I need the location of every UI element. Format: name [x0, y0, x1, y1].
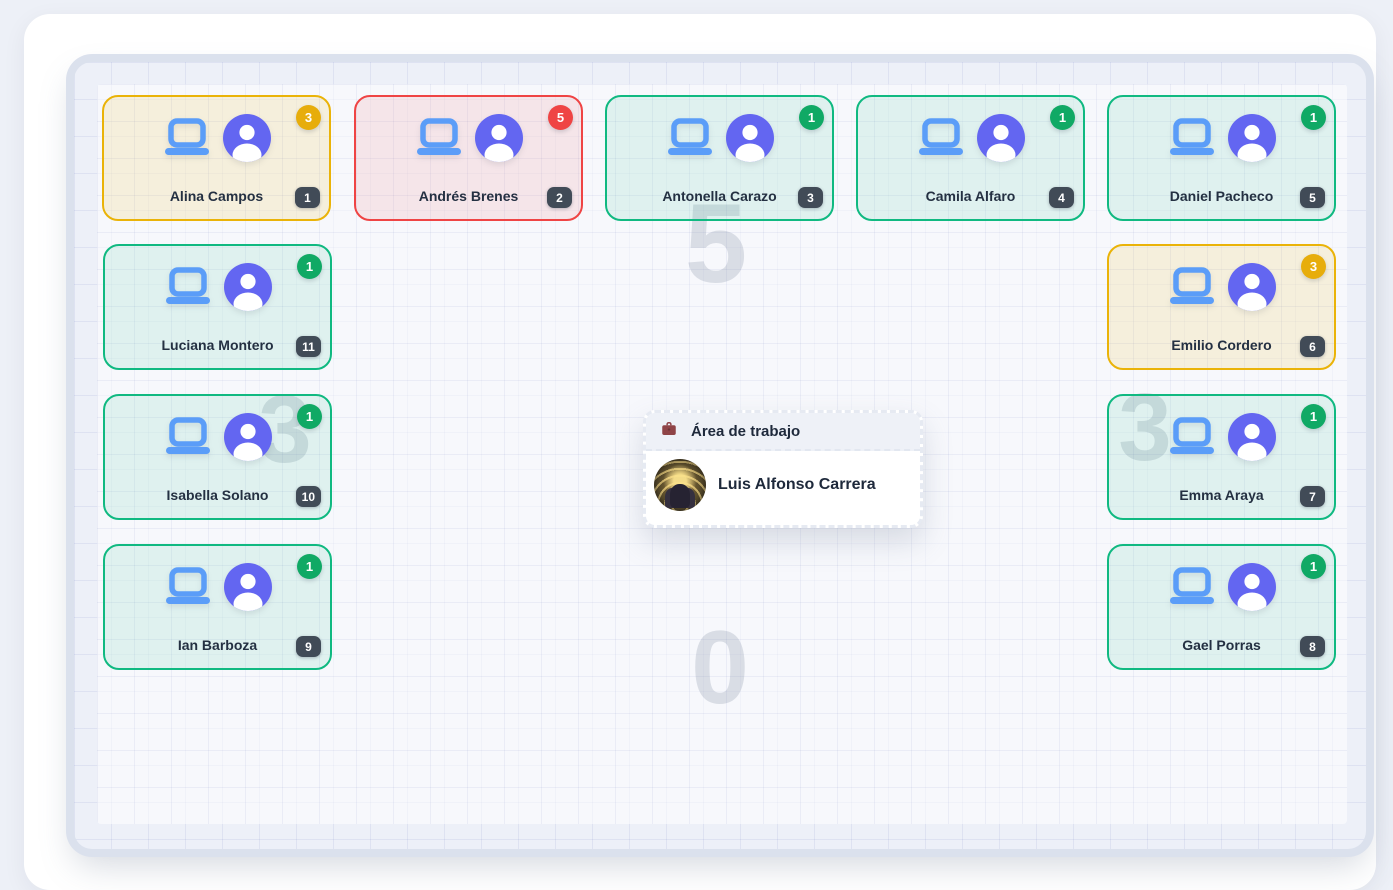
- desk-number: 2: [547, 187, 572, 208]
- desk-card[interactable]: Andrés Brenes 5 2: [354, 95, 583, 221]
- laptop-icon: [1167, 117, 1217, 159]
- desk-card[interactable]: Daniel Pacheco 1 5: [1107, 95, 1336, 221]
- person-icon: [223, 114, 271, 162]
- workspace-occupant-row[interactable]: Luis Alfonso Carrera: [646, 451, 920, 519]
- laptop-icon: [162, 117, 212, 159]
- laptop-icon: [163, 416, 213, 458]
- person-icon: [1228, 114, 1276, 162]
- desk-number: 5: [1300, 187, 1325, 208]
- desk-badge-count: 1: [297, 404, 322, 429]
- laptop-icon: [163, 566, 213, 608]
- desk-card[interactable]: Isabella Solano 1 10: [103, 394, 332, 520]
- desk-number: 4: [1049, 187, 1074, 208]
- desk-badge-count: 1: [1050, 105, 1075, 130]
- desk-icons: [105, 263, 330, 311]
- desk-card[interactable]: Emilio Cordero 3 6: [1107, 244, 1336, 370]
- desk-badge-count: 1: [799, 105, 824, 130]
- person-icon: [224, 563, 272, 611]
- desk-number: 11: [296, 336, 321, 357]
- desk-number: 7: [1300, 486, 1325, 507]
- desk-icons: [1109, 413, 1334, 461]
- workspace-panel[interactable]: Área de trabajo Luis Alfonso Carrera: [643, 410, 923, 528]
- desk-number: 3: [798, 187, 823, 208]
- desk-number: 1: [295, 187, 320, 208]
- zone-occupancy-count: 0: [691, 616, 747, 720]
- occupant-avatar: [654, 459, 706, 511]
- laptop-icon: [665, 117, 715, 159]
- laptop-icon: [1167, 416, 1217, 458]
- desk-card[interactable]: Gael Porras 1 8: [1107, 544, 1336, 670]
- desk-icons: [858, 114, 1083, 162]
- desk-icons: [607, 114, 832, 162]
- desk-icons: [105, 413, 330, 461]
- workspace-panel-header: Área de trabajo: [646, 413, 920, 451]
- desk-badge-count: 1: [1301, 404, 1326, 429]
- desk-badge-count: 3: [296, 105, 321, 130]
- desk-badge-count: 1: [297, 554, 322, 579]
- desk-icons: [356, 114, 581, 162]
- desk-number: 9: [296, 636, 321, 657]
- desk-number: 8: [1300, 636, 1325, 657]
- desk-badge-count: 1: [1301, 554, 1326, 579]
- app-window: 5 3 3 0 Alina Campos 3 1: [24, 14, 1376, 890]
- desk-badge-count: 1: [297, 254, 322, 279]
- laptop-icon: [1167, 566, 1217, 608]
- desk-number: 10: [296, 486, 321, 507]
- occupant-name: Luis Alfonso Carrera: [718, 476, 876, 494]
- person-icon: [224, 413, 272, 461]
- desk-card[interactable]: Emma Araya 1 7: [1107, 394, 1336, 520]
- desk-number: 6: [1300, 336, 1325, 357]
- briefcase-icon: [660, 420, 678, 443]
- person-icon: [1228, 413, 1276, 461]
- desk-card[interactable]: Alina Campos 3 1: [102, 95, 331, 221]
- desk-badge-count: 3: [1301, 254, 1326, 279]
- laptop-icon: [916, 117, 966, 159]
- workspace-title: Área de trabajo: [691, 423, 800, 440]
- desk-icons: [1109, 563, 1334, 611]
- desk-icons: [1109, 114, 1334, 162]
- desk-badge-count: 5: [548, 105, 573, 130]
- desk-badge-count: 1: [1301, 105, 1326, 130]
- person-icon: [224, 263, 272, 311]
- person-icon: [726, 114, 774, 162]
- desk-card[interactable]: Luciana Montero 1 11: [103, 244, 332, 370]
- desk-card[interactable]: Camila Alfaro 1 4: [856, 95, 1085, 221]
- desk-card[interactable]: Ian Barboza 1 9: [103, 544, 332, 670]
- laptop-icon: [414, 117, 464, 159]
- floor-canvas[interactable]: 5 3 3 0 Alina Campos 3 1: [74, 62, 1366, 849]
- laptop-icon: [1167, 266, 1217, 308]
- desk-icons: [105, 563, 330, 611]
- desk-card[interactable]: Antonella Carazo 1 3: [605, 95, 834, 221]
- person-icon: [1228, 563, 1276, 611]
- desk-icons: [1109, 263, 1334, 311]
- laptop-icon: [163, 266, 213, 308]
- person-icon: [1228, 263, 1276, 311]
- desk-icons: [104, 114, 329, 162]
- person-icon: [475, 114, 523, 162]
- person-icon: [977, 114, 1025, 162]
